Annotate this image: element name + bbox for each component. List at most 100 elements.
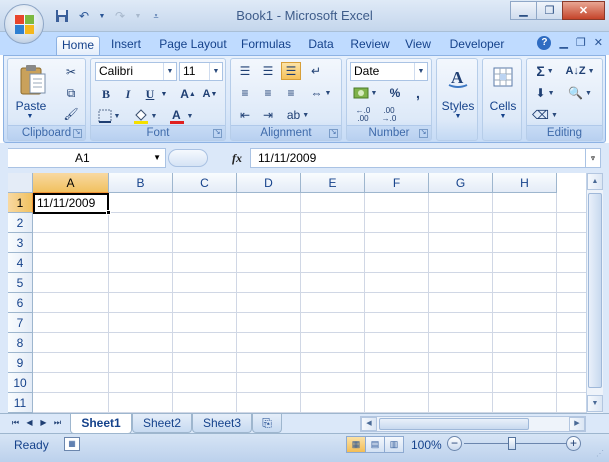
font-size-dropdown-icon[interactable]: ▼	[209, 63, 222, 80]
sheet-tab-sheet3[interactable]: Sheet3	[192, 414, 252, 433]
column-header-e[interactable]: E	[301, 173, 365, 193]
row-header-9[interactable]: 9	[8, 353, 33, 373]
tab-insert[interactable]: Insert	[104, 36, 148, 55]
restore-button[interactable]: ❐	[536, 1, 563, 20]
zoom-in-icon[interactable]: +	[566, 436, 581, 451]
shrink-font-icon[interactable]: A ▼	[201, 85, 219, 103]
scroll-up-icon[interactable]: ▲	[587, 173, 603, 190]
redo-dropdown-icon[interactable]: ▼	[134, 8, 142, 24]
alignment-launcher-icon[interactable]: ↘	[329, 129, 338, 138]
fill-handle[interactable]	[106, 210, 111, 215]
comma-style-button[interactable]: ,	[409, 84, 427, 102]
increase-decimal-icon[interactable]: ←.0.00	[351, 106, 375, 124]
autosum-icon[interactable]: Σ ▼	[531, 62, 559, 80]
sort-filter-icon[interactable]: A↓Z ▼	[563, 62, 597, 80]
font-name-dropdown-icon[interactable]: ▼	[163, 63, 176, 80]
help-icon[interactable]: ?	[537, 36, 552, 50]
accounting-format-icon[interactable]: ▼	[350, 84, 380, 102]
styles-button[interactable]: Styles	[437, 99, 479, 113]
name-box-dropdown-icon[interactable]: ▼	[153, 149, 161, 167]
row-header-10[interactable]: 10	[8, 373, 33, 393]
undo-icon[interactable]: ↶	[76, 8, 92, 24]
tab-formulas[interactable]: Formulas	[238, 36, 294, 55]
page-layout-view-icon[interactable]: ▤	[365, 436, 385, 453]
horizontal-scrollbar[interactable]: ◀ ▶	[360, 416, 586, 432]
insert-function-button[interactable]: fx	[232, 151, 242, 166]
tab-review[interactable]: Review	[347, 36, 393, 55]
column-header-b[interactable]: B	[109, 173, 173, 193]
vertical-scrollbar[interactable]: ▲ ▼	[586, 173, 603, 413]
workbook-restore-icon[interactable]: ❐	[576, 36, 586, 50]
find-select-icon[interactable]: 🔍 ▼	[563, 84, 597, 102]
workbook-close-icon[interactable]: ✕	[594, 36, 603, 50]
fill-color-icon[interactable]: ▼	[131, 107, 159, 125]
cells-button[interactable]: Cells	[483, 99, 523, 113]
styles-dropdown-icon[interactable]: ▼	[453, 113, 463, 120]
row-header-3[interactable]: 3	[8, 233, 33, 253]
zoom-slider-thumb[interactable]	[508, 437, 516, 450]
align-center-icon[interactable]: ≡	[258, 84, 278, 102]
cut-icon[interactable]: ✂	[62, 63, 80, 81]
align-top-icon[interactable]: ☰	[235, 62, 255, 80]
number-launcher-icon[interactable]: ↘	[419, 129, 428, 138]
cells-icon[interactable]	[491, 63, 515, 91]
select-all-corner[interactable]	[8, 173, 33, 193]
font-launcher-icon[interactable]: ↘	[213, 129, 222, 138]
align-middle-icon[interactable]: ☰	[258, 62, 278, 80]
page-break-view-icon[interactable]: ▥	[384, 436, 404, 453]
column-header-h[interactable]: H	[493, 173, 557, 193]
expand-formula-bar-icon[interactable]: ⩔	[585, 148, 601, 168]
close-button[interactable]: ✕	[562, 1, 605, 20]
row-header-2[interactable]: 2	[8, 213, 33, 233]
zoom-out-icon[interactable]: −	[447, 436, 462, 451]
tab-view[interactable]: View	[400, 36, 436, 55]
worksheet-grid[interactable]: ABCDEFGH 1 2 3 4 5 6 7 8 9 10 11 11/11/2009	[8, 173, 586, 413]
scroll-left-icon[interactable]: ◀	[361, 417, 377, 431]
font-name-combo[interactable]: Calibri ▼	[95, 62, 177, 81]
insert-sheet-icon[interactable]: ⎘	[252, 414, 282, 433]
borders-icon[interactable]: ▼	[97, 107, 121, 125]
horizontal-scroll-thumb[interactable]	[379, 418, 529, 430]
zoom-level[interactable]: 100%	[411, 438, 442, 452]
row-header-1[interactable]: 1	[8, 193, 33, 213]
styles-icon[interactable]: A	[446, 63, 470, 91]
prev-sheet-icon[interactable]: ◀	[24, 417, 35, 429]
increase-indent-icon[interactable]: ⇥	[258, 106, 278, 124]
scroll-right-icon[interactable]: ▶	[569, 417, 585, 431]
align-bottom-icon[interactable]: ☰	[281, 62, 301, 80]
row-header-11[interactable]: 11	[8, 393, 33, 413]
minimize-button[interactable]: ▁	[510, 1, 537, 20]
workbook-minimize-icon[interactable]: ▁	[559, 36, 567, 50]
column-header-a[interactable]: A	[33, 173, 109, 193]
grow-font-icon[interactable]: A ▲	[179, 85, 197, 103]
bold-button[interactable]: B	[97, 85, 115, 103]
underline-button[interactable]: U	[141, 85, 159, 103]
number-format-dropdown-icon[interactable]: ▼	[414, 63, 427, 80]
clear-icon[interactable]: ⌫ ▼	[531, 106, 559, 124]
row-header-7[interactable]: 7	[8, 313, 33, 333]
wrap-text-icon[interactable]: ↵	[306, 62, 326, 80]
normal-view-icon[interactable]: ▦	[346, 436, 366, 453]
align-right-icon[interactable]: ≡	[281, 84, 301, 102]
align-left-icon[interactable]: ≡	[235, 84, 255, 102]
first-sheet-icon[interactable]: ⏮	[10, 417, 21, 429]
resize-grip-icon[interactable]: ⋰	[596, 449, 606, 459]
underline-dropdown-icon[interactable]: ▼	[159, 85, 169, 103]
last-sheet-icon[interactable]: ⏭	[52, 417, 63, 429]
zoom-slider[interactable]	[464, 443, 568, 444]
name-box[interactable]: A1 ▼	[6, 148, 166, 168]
row-header-5[interactable]: 5	[8, 273, 33, 293]
row-header-8[interactable]: 8	[8, 333, 33, 353]
cells-dropdown-icon[interactable]: ▼	[498, 113, 508, 120]
tab-data[interactable]: Data	[303, 36, 339, 55]
orientation-icon[interactable]: ab ▼	[283, 106, 313, 124]
tab-home[interactable]: Home	[56, 36, 100, 55]
copy-icon[interactable]: ⧉	[62, 84, 80, 102]
paste-button[interactable]: Paste	[10, 99, 52, 113]
save-icon[interactable]	[54, 8, 70, 24]
undo-dropdown-icon[interactable]: ▼	[98, 8, 106, 24]
scroll-down-icon[interactable]: ▼	[587, 395, 603, 412]
sheet-tab-sheet2[interactable]: Sheet2	[132, 414, 192, 433]
office-button[interactable]	[4, 4, 44, 44]
column-header-c[interactable]: C	[173, 173, 237, 193]
